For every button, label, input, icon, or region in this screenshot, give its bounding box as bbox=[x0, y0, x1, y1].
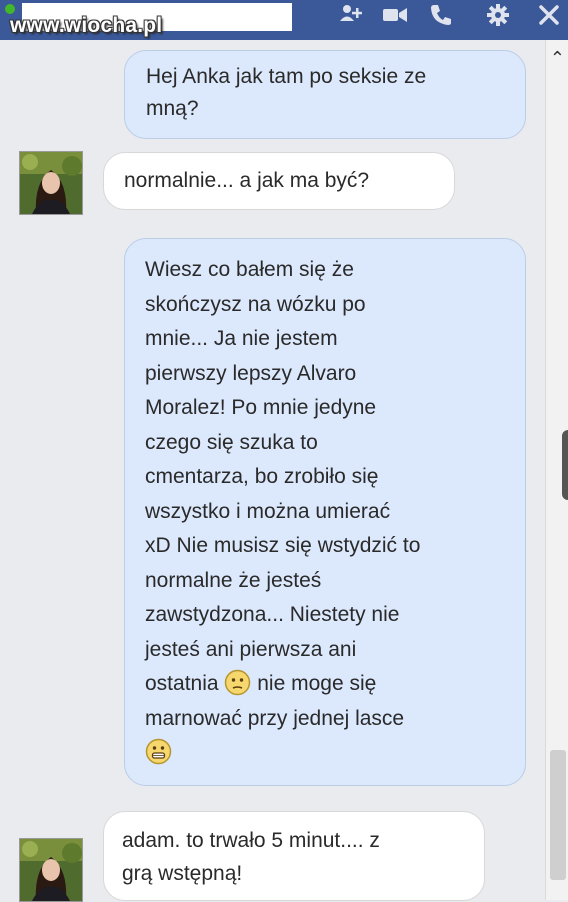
message-line: marnować przy jednej lasce bbox=[145, 706, 405, 730]
online-status-indicator bbox=[5, 4, 15, 14]
confused-face-emoji-icon bbox=[224, 669, 251, 696]
received-message: normalnie... a jak ma być? bbox=[103, 152, 455, 210]
message-line: grą wstępną! bbox=[122, 862, 243, 885]
message-line bbox=[145, 736, 505, 771]
message-line: Hej Anka jak tam po seksie ze bbox=[146, 65, 427, 88]
message-line: mną? bbox=[146, 97, 199, 120]
message-line: Wiesz co bałem się że bbox=[145, 258, 354, 281]
message-line: xD Nie musisz się wstydzić to bbox=[145, 534, 421, 557]
message-line: czego się szuka to bbox=[145, 430, 318, 454]
message-text: ostatnia bbox=[145, 672, 219, 695]
message-line: Moralez! Po mnie jedyne bbox=[145, 396, 377, 419]
sent-message: Hej Anka jak tam po seksie ze mną? bbox=[124, 50, 526, 139]
chat-title-bar: www.wiocha.pl bbox=[0, 0, 568, 40]
message-line: ostatnia nie moge się bbox=[145, 667, 505, 702]
message-line: normalne że jesteś bbox=[145, 568, 322, 592]
message-line: pierwszy lepszy Alvaro bbox=[145, 361, 357, 385]
message-line: zawstydzona... Niestety nie bbox=[145, 603, 400, 626]
message-line: skończysz na wózku po bbox=[145, 292, 366, 316]
add-person-icon[interactable] bbox=[336, 2, 366, 35]
message-line: jesteś ani pierwsza ani bbox=[145, 637, 357, 661]
phone-icon[interactable] bbox=[426, 2, 456, 35]
received-message: adam. to trwało 5 minut.... z grą wstępn… bbox=[103, 811, 485, 901]
contact-avatar bbox=[19, 838, 83, 902]
side-tab bbox=[562, 430, 568, 500]
contact-avatar bbox=[19, 151, 83, 215]
grinning-face-emoji-icon bbox=[145, 738, 172, 765]
message-line: adam. to trwało 5 minut.... z bbox=[122, 829, 380, 852]
video-call-icon[interactable] bbox=[380, 2, 410, 35]
scroll-up-icon[interactable]: ⌃ bbox=[550, 48, 565, 69]
message-line: normalnie... a jak ma być? bbox=[124, 169, 370, 192]
message-line: wszystko i można umierać bbox=[145, 499, 391, 523]
message-line: cmentarza, bo zrobiło się bbox=[145, 465, 379, 488]
close-icon[interactable] bbox=[534, 2, 564, 35]
gear-icon[interactable] bbox=[483, 2, 513, 35]
watermark: www.wiocha.pl bbox=[10, 14, 163, 37]
scrollbar-thumb[interactable] bbox=[550, 750, 566, 880]
sent-message: Wiesz co bałem się że skończysz na wózku… bbox=[124, 238, 526, 786]
message-line: mnie... Ja nie jestem bbox=[145, 327, 338, 350]
message-text: nie moge się bbox=[257, 672, 377, 695]
